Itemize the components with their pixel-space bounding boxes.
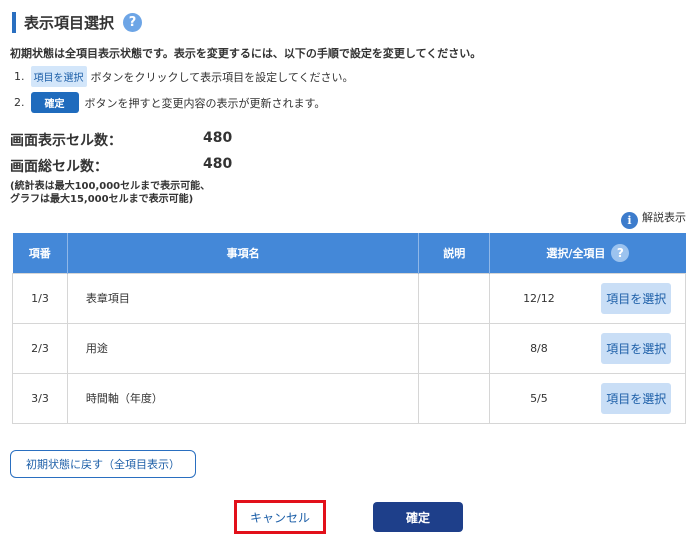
- confirm-chip: 確定: [30, 92, 79, 113]
- row-count: 5/5: [489, 372, 588, 424]
- row-name: 表章項目: [66, 272, 420, 324]
- instruction-step-2: 2. 確定 ボタンを押すと変更内容の表示が更新されます。: [14, 92, 325, 113]
- intro-text: 初期状態は全項目表示状態です。表示を変更するには、以下の手順で設定を変更してくだ…: [10, 47, 482, 60]
- display-cell-count: 画面表示セル数： 480: [10, 130, 232, 150]
- question-circle-icon[interactable]: ?: [123, 12, 143, 32]
- select-items-button[interactable]: 項目を選択: [601, 382, 672, 414]
- total-cells-label: 画面総セル数：: [10, 159, 108, 175]
- items-table: 項番 事項名 説明 選択/全項目 ? 1/3 表章項目 12/12 項目を選択 …: [12, 233, 686, 424]
- row-desc: [418, 322, 491, 374]
- display-cells-label: 画面表示セル数：: [10, 133, 122, 149]
- row-action-cell: 項目を選択: [587, 322, 686, 374]
- table-row: 1/3 表章項目 12/12 項目を選択: [12, 272, 686, 324]
- step-number: 2.: [14, 96, 25, 109]
- note-line-2: グラフは最大15,000セルまで表示可能): [10, 194, 194, 205]
- row-no: 1/3: [12, 272, 68, 324]
- step-number: 1.: [14, 70, 25, 83]
- step-text: ボタンをクリックして表示項目を設定してください。: [90, 70, 354, 84]
- total-cells-value: 480: [203, 156, 233, 172]
- cell-limit-note: (統計表は最大100,000セルまで表示可能、 グラフは最大15,000セルまで…: [10, 180, 210, 206]
- page-header: 表示項目選択 ?: [12, 11, 143, 33]
- row-count: 12/12: [489, 272, 588, 324]
- reset-to-initial-button[interactable]: 初期状態に戻す（全項目表示）: [10, 450, 196, 478]
- row-name: 時間軸（年度）: [66, 372, 420, 424]
- instruction-step-1: 1. 項目を選択 ボタンをクリックして表示項目を設定してください。: [14, 66, 354, 87]
- table-row: 3/3 時間軸（年度） 5/5 項目を選択: [12, 372, 686, 424]
- info-circle-icon: i: [621, 212, 638, 229]
- row-count: 8/8: [489, 322, 588, 374]
- row-action-cell: 項目を選択: [587, 372, 686, 424]
- cancel-button[interactable]: キャンセル: [250, 509, 310, 526]
- explanation-toggle[interactable]: i 解説表示: [621, 204, 686, 229]
- row-desc: [418, 272, 491, 324]
- cancel-highlight: キャンセル: [234, 500, 326, 534]
- page-title: 表示項目選択: [24, 13, 115, 32]
- select-items-button[interactable]: 項目を選択: [601, 282, 672, 314]
- question-circle-icon[interactable]: ?: [611, 243, 630, 262]
- header-no: 項番: [12, 233, 68, 273]
- table-row: 2/3 用途 8/8 項目を選択: [12, 322, 686, 374]
- table-header-row: 項番 事項名 説明 選択/全項目 ?: [12, 233, 686, 273]
- row-no: 2/3: [12, 322, 68, 374]
- total-cell-count: 画面総セル数： 480: [10, 156, 232, 176]
- step-text: ボタンを押すと変更内容の表示が更新されます。: [84, 96, 326, 110]
- note-line-1: (統計表は最大100,000セルまで表示可能、: [10, 181, 211, 192]
- select-items-button[interactable]: 項目を選択: [601, 332, 672, 364]
- row-action-cell: 項目を選択: [587, 272, 686, 324]
- header-selection: 選択/全項目 ?: [489, 233, 686, 273]
- title-accent-bar: [12, 11, 16, 33]
- explanation-label: 解説表示: [642, 210, 686, 224]
- confirm-button[interactable]: 確定: [373, 502, 463, 532]
- header-selection-label: 選択/全項目: [546, 246, 606, 260]
- header-desc: 説明: [418, 233, 491, 273]
- select-item-chip: 項目を選択: [30, 66, 87, 87]
- row-no: 3/3: [12, 372, 68, 424]
- header-name: 事項名: [67, 233, 420, 273]
- row-desc: [418, 372, 491, 424]
- display-cells-value: 480: [203, 130, 233, 146]
- row-name: 用途: [66, 322, 420, 374]
